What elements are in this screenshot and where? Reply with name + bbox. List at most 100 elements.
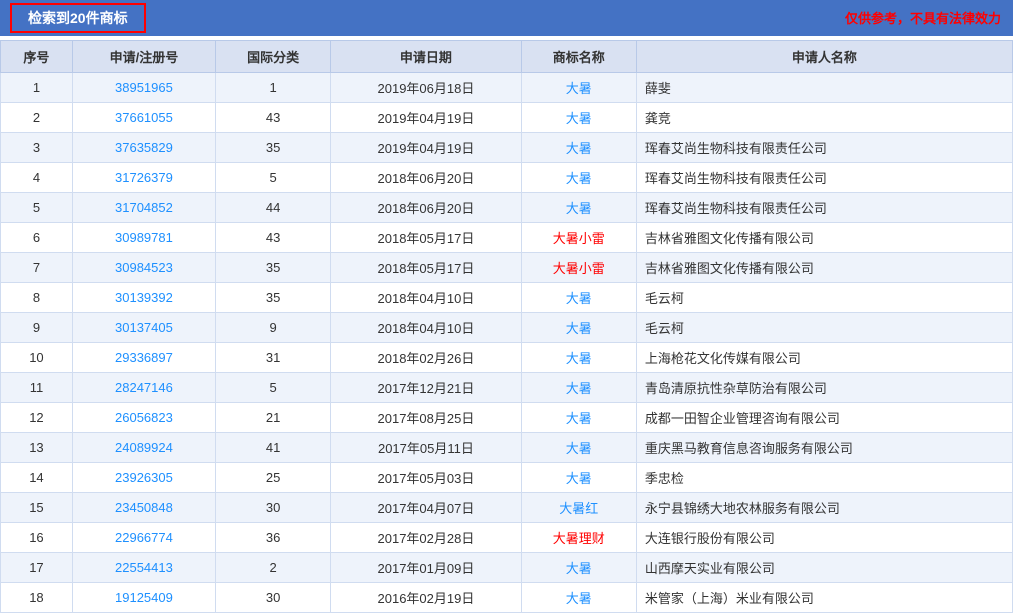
cell-appno[interactable]: 22554413 [72,553,215,583]
cell-seq: 7 [1,253,73,283]
appno-link[interactable]: 30989781 [115,230,173,245]
trademark-link[interactable]: 大暑 [566,171,592,186]
appno-link[interactable]: 30139392 [115,290,173,305]
cell-seq: 12 [1,403,73,433]
col-appno: 申请/注册号 [72,41,215,73]
cell-appno[interactable]: 29336897 [72,343,215,373]
table-row: 13895196512019年06月18日大暑薛斐 [1,73,1013,103]
cell-trademark[interactable]: 大暑 [521,433,636,463]
appno-link[interactable]: 38951965 [115,80,173,95]
trademark-link[interactable]: 大暑 [566,81,592,96]
cell-appno[interactable]: 23926305 [72,463,215,493]
trademark-link[interactable]: 大暑 [566,471,592,486]
cell-appno[interactable]: 38951965 [72,73,215,103]
cell-trademark[interactable]: 大暑小雷 [521,223,636,253]
trademark-link[interactable]: 大暑 [566,321,592,336]
cell-appno[interactable]: 31704852 [72,193,215,223]
appno-link[interactable]: 24089924 [115,440,173,455]
cell-seq: 10 [1,343,73,373]
cell-trademark[interactable]: 大暑 [521,343,636,373]
cell-appno[interactable]: 24089924 [72,433,215,463]
appno-link[interactable]: 31726379 [115,170,173,185]
cell-applicant: 米管家（上海）米业有限公司 [636,583,1012,613]
trademark-link[interactable]: 大暑 [566,201,592,216]
cell-appno[interactable]: 30989781 [72,223,215,253]
cell-trademark[interactable]: 大暑红 [521,493,636,523]
appno-link[interactable]: 29336897 [115,350,173,365]
appno-link[interactable]: 23926305 [115,470,173,485]
cell-trademark[interactable]: 大暑 [521,133,636,163]
appno-link[interactable]: 37661055 [115,110,173,125]
appno-link[interactable]: 28247146 [115,380,173,395]
cell-applicant: 重庆黑马教育信息咨询服务有限公司 [636,433,1012,463]
cell-intclass: 41 [215,433,330,463]
trademark-link[interactable]: 大暑 [566,441,592,456]
cell-appdate: 2017年04月07日 [331,493,521,523]
trademark-link[interactable]: 大暑 [566,561,592,576]
cell-trademark[interactable]: 大暑 [521,163,636,193]
cell-trademark[interactable]: 大暑理财 [521,523,636,553]
cell-seq: 2 [1,103,73,133]
cell-trademark[interactable]: 大暑 [521,463,636,493]
appno-link[interactable]: 37635829 [115,140,173,155]
trademark-link[interactable]: 大暑 [566,111,592,126]
cell-appno[interactable]: 30139392 [72,283,215,313]
cell-appdate: 2017年05月03日 [331,463,521,493]
table-row: 1819125409302016年02月19日大暑米管家（上海）米业有限公司 [1,583,1013,613]
disclaimer-text: 仅供参考，不具有法律效力 [845,8,1001,27]
cell-trademark[interactable]: 大暑 [521,103,636,133]
table-header-row: 序号 申请/注册号 国际分类 申请日期 商标名称 申请人名称 [1,41,1013,73]
cell-appno[interactable]: 30984523 [72,253,215,283]
appno-link[interactable]: 31704852 [115,200,173,215]
cell-appno[interactable]: 28247146 [72,373,215,403]
cell-appno[interactable]: 26056823 [72,403,215,433]
cell-intclass: 5 [215,163,330,193]
trademark-link[interactable]: 大暑红 [559,501,598,516]
trademark-link[interactable]: 大暑 [566,411,592,426]
cell-intclass: 35 [215,133,330,163]
cell-trademark[interactable]: 大暑 [521,193,636,223]
trademark-link[interactable]: 大暑 [566,381,592,396]
cell-appno[interactable]: 19125409 [72,583,215,613]
cell-applicant: 珲春艾尚生物科技有限责任公司 [636,163,1012,193]
appno-link[interactable]: 22554413 [115,560,173,575]
cell-trademark[interactable]: 大暑 [521,583,636,613]
trademark-link[interactable]: 大暑 [566,591,592,606]
cell-seq: 3 [1,133,73,163]
appno-link[interactable]: 30137405 [115,320,173,335]
trademark-link[interactable]: 大暑理财 [553,531,605,546]
cell-appno[interactable]: 22966774 [72,523,215,553]
cell-appno[interactable]: 37661055 [72,103,215,133]
cell-trademark[interactable]: 大暑 [521,553,636,583]
table-row: 1324089924412017年05月11日大暑重庆黑马教育信息咨询服务有限公… [1,433,1013,463]
cell-trademark[interactable]: 大暑 [521,373,636,403]
col-applicant: 申请人名称 [636,41,1012,73]
table-row: 112824714652017年12月21日大暑青岛清原抗性杂草防治有限公司 [1,373,1013,403]
trademark-link[interactable]: 大暑小雷 [553,261,605,276]
cell-trademark[interactable]: 大暑 [521,313,636,343]
trademark-link[interactable]: 大暑 [566,141,592,156]
cell-appno[interactable]: 30137405 [72,313,215,343]
trademark-link[interactable]: 大暑 [566,291,592,306]
cell-intclass: 35 [215,253,330,283]
table-row: 1029336897312018年02月26日大暑上海枪花文化传媒有限公司 [1,343,1013,373]
cell-trademark[interactable]: 大暑小雷 [521,253,636,283]
cell-applicant: 上海枪花文化传媒有限公司 [636,343,1012,373]
trademark-link[interactable]: 大暑 [566,351,592,366]
appno-link[interactable]: 23450848 [115,500,173,515]
cell-appno[interactable]: 37635829 [72,133,215,163]
cell-seq: 9 [1,313,73,343]
cell-appno[interactable]: 23450848 [72,493,215,523]
table-row: 43172637952018年06月20日大暑珲春艾尚生物科技有限责任公司 [1,163,1013,193]
cell-trademark[interactable]: 大暑 [521,403,636,433]
cell-appno[interactable]: 31726379 [72,163,215,193]
trademark-link[interactable]: 大暑小雷 [553,231,605,246]
appno-link[interactable]: 26056823 [115,410,173,425]
cell-trademark[interactable]: 大暑 [521,283,636,313]
cell-applicant: 毛云柯 [636,313,1012,343]
appno-link[interactable]: 30984523 [115,260,173,275]
appno-link[interactable]: 19125409 [115,590,173,605]
cell-trademark[interactable]: 大暑 [521,73,636,103]
appno-link[interactable]: 22966774 [115,530,173,545]
col-trademark: 商标名称 [521,41,636,73]
